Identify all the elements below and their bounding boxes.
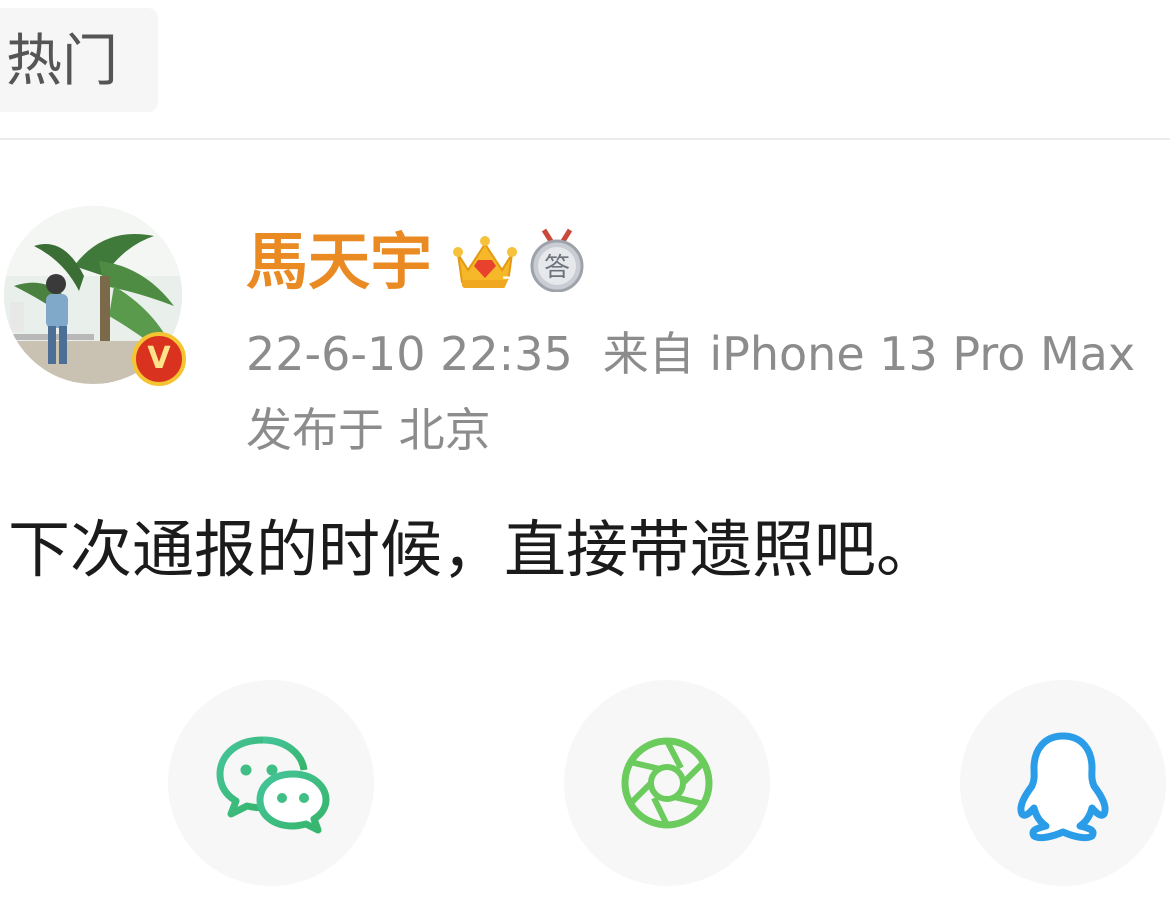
- share-qq-button[interactable]: [960, 680, 1166, 886]
- answer-medal-text: 答: [544, 253, 570, 283]
- qq-icon: [1017, 732, 1109, 842]
- verified-badge-icon: V: [132, 332, 186, 386]
- author-name[interactable]: 馬天宇: [246, 226, 432, 298]
- post-meta: 22-6-10 22:35 来自 iPhone 13 Pro Max: [246, 326, 1135, 382]
- moments-icon: [621, 737, 713, 829]
- weibo-post-page: 热门 V 馬天宇 7 答 22-6-10 22:35 来自 iPhone 13 …: [0, 0, 1170, 904]
- top-tab-bar: 热门: [0, 0, 1170, 140]
- crown-level-icon[interactable]: 7: [452, 230, 518, 292]
- post-location: 发布于 北京: [246, 403, 491, 457]
- post-timestamp: 22-6-10 22:35: [246, 327, 573, 381]
- share-wechat-button[interactable]: [168, 680, 374, 886]
- post-source: 来自 iPhone 13 Pro Max: [602, 327, 1136, 381]
- answer-medal-icon[interactable]: 答: [528, 228, 586, 292]
- post-content: 下次通报的时候，直接带遗照吧。: [8, 513, 939, 586]
- tab-hot-label: 热门: [6, 29, 118, 94]
- svg-text:7: 7: [502, 273, 513, 292]
- wechat-icon: [216, 736, 330, 834]
- share-moments-button[interactable]: [564, 680, 770, 886]
- tab-hot[interactable]: 热门: [0, 8, 158, 112]
